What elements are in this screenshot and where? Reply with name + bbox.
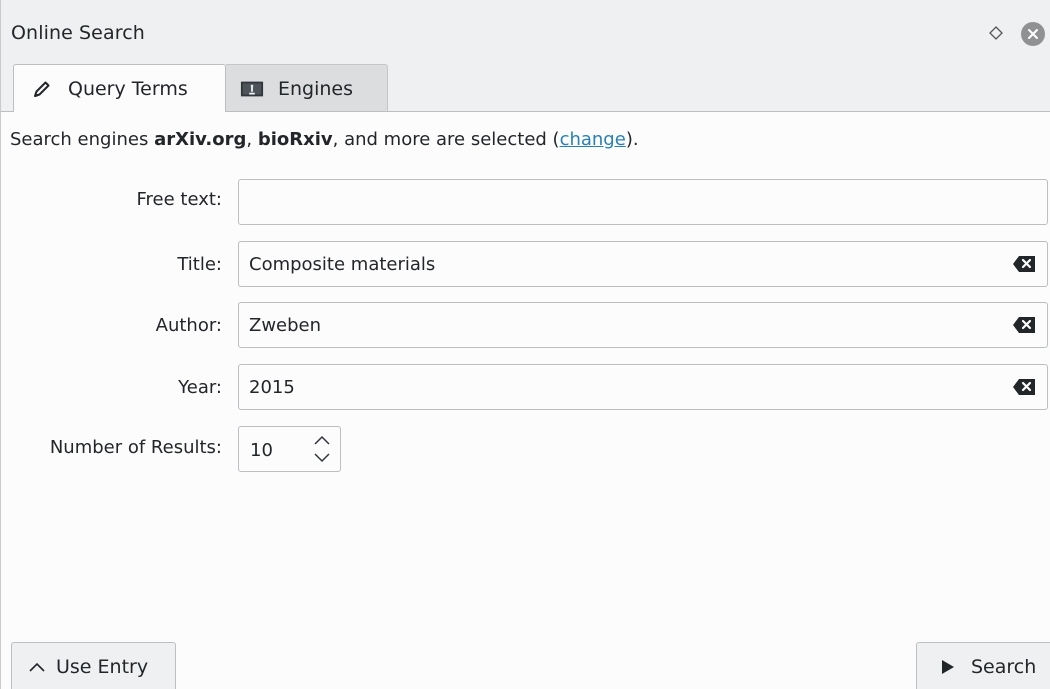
year-label: Year:: [178, 377, 222, 398]
clear-icon[interactable]: [1012, 378, 1036, 396]
pencil-icon: [30, 77, 54, 101]
engines-middle-text: , and more are selected (: [332, 129, 560, 150]
engines-separator: ,: [246, 129, 258, 150]
play-icon: [937, 656, 959, 678]
diamond-icon[interactable]: [985, 22, 1007, 44]
clear-icon[interactable]: [1012, 255, 1036, 273]
title-label: Title:: [177, 254, 222, 275]
engines-suffix: ).: [625, 129, 639, 150]
tab-engines[interactable]: Engines: [226, 64, 388, 112]
year-field[interactable]: [238, 364, 1048, 410]
year-input[interactable]: [249, 365, 989, 409]
chevron-up-icon: [26, 656, 48, 678]
engines-prefix: Search engines: [10, 129, 155, 150]
author-input[interactable]: [249, 303, 989, 347]
author-field[interactable]: [238, 302, 1048, 348]
title-input[interactable]: [249, 242, 989, 286]
free-text-label: Free text:: [136, 189, 222, 210]
tab-bar: Query Terms Engines: [1, 64, 1050, 112]
num-results-label: Number of Results:: [49, 437, 222, 458]
query-panel: Search engines arXiv.org, bioRxiv, and m…: [1, 111, 1050, 689]
change-engines-link[interactable]: change: [560, 129, 626, 150]
engines-icon: [240, 77, 264, 101]
online-search-window: Online Search Query Terms Engines Search…: [0, 0, 1050, 689]
author-label: Author:: [155, 315, 222, 336]
search-button[interactable]: Search: [916, 642, 1050, 689]
clear-icon[interactable]: [1012, 316, 1036, 334]
engine-name: bioRxiv: [257, 129, 333, 150]
close-icon[interactable]: [1021, 22, 1045, 46]
num-results-spinbox[interactable]: 10: [238, 426, 341, 472]
search-label: Search: [971, 656, 1037, 678]
free-text-input[interactable]: [249, 180, 989, 224]
tab-label: Engines: [278, 77, 354, 100]
tab-query-terms[interactable]: Query Terms: [13, 64, 226, 112]
title-bar: Online Search: [1, 0, 1050, 64]
tab-label: Query Terms: [68, 77, 188, 100]
free-text-field[interactable]: [238, 179, 1048, 225]
use-entry-button[interactable]: Use Entry: [11, 642, 176, 689]
num-results-value[interactable]: 10: [250, 440, 273, 461]
title-field[interactable]: [238, 241, 1048, 287]
engine-name: arXiv.org: [154, 129, 247, 150]
engines-summary: Search engines arXiv.org, bioRxiv, and m…: [10, 129, 639, 150]
use-entry-label: Use Entry: [56, 656, 149, 678]
window-title: Online Search: [11, 22, 145, 44]
spin-arrows-icon[interactable]: [311, 433, 333, 465]
